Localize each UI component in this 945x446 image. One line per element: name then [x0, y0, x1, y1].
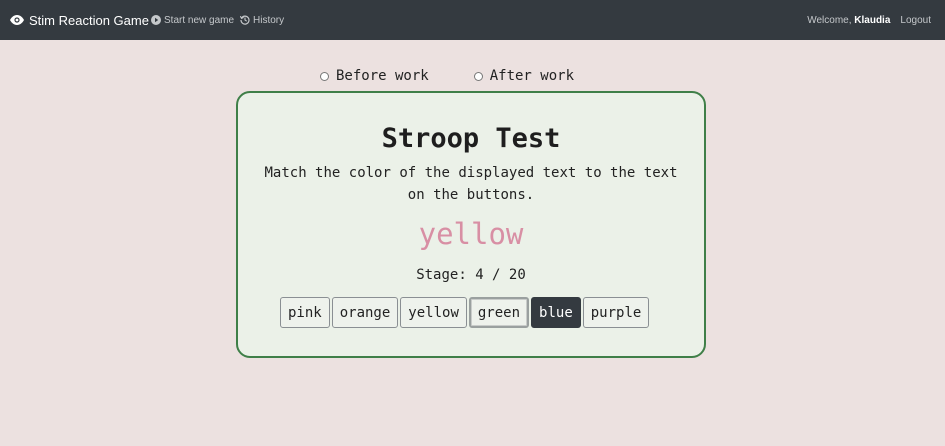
play-circle-icon [151, 15, 161, 25]
radio-label: After work [489, 68, 575, 84]
brand-link[interactable]: Stim Reaction Game [10, 0, 149, 40]
instructions: Match the color of the displayed text to… [264, 165, 678, 203]
color-button-green[interactable]: green [468, 297, 530, 328]
color-button-blue[interactable]: blue [531, 297, 581, 328]
color-button-purple[interactable]: purple [582, 297, 650, 328]
radio-circle[interactable] [473, 71, 483, 81]
welcome-text: Welcome, Klaudia [807, 14, 891, 26]
radio-circle[interactable] [320, 71, 329, 81]
history-label: History [253, 14, 285, 26]
page-title: Stroop Test [381, 123, 561, 154]
start-new-game-link[interactable]: Start new game [151, 0, 234, 40]
stage-counter: Stage: 4 / 20 [416, 267, 526, 283]
radio-label: Before work [336, 68, 429, 84]
radio-before-work[interactable]: Before work [320, 68, 429, 84]
start-new-game-label: Start new game [164, 14, 235, 26]
color-button-orange[interactable]: orange [331, 297, 399, 328]
logout-link[interactable]: Logout [900, 15, 931, 26]
eye-icon [10, 15, 24, 25]
color-button-group: pink orange yellow green blue purple [280, 297, 650, 328]
navbar: Stim Reaction Game Start new game Histor… [0, 0, 945, 40]
stimulus-word: yellow [418, 217, 524, 251]
brand-label: Stim Reaction Game [29, 12, 149, 28]
history-link[interactable]: History [240, 0, 284, 40]
user-area: Welcome, Klaudia Logout [807, 0, 931, 40]
work-timing-radio-group: Before work After work [320, 68, 574, 84]
color-button-pink[interactable]: pink [280, 297, 330, 328]
stroop-card: Stroop Test Match the color of the displ… [236, 91, 706, 358]
color-button-yellow[interactable]: yellow [400, 297, 467, 328]
history-icon [240, 15, 250, 25]
username: Klaudia [854, 14, 891, 26]
radio-after-work[interactable]: After work [473, 68, 575, 84]
